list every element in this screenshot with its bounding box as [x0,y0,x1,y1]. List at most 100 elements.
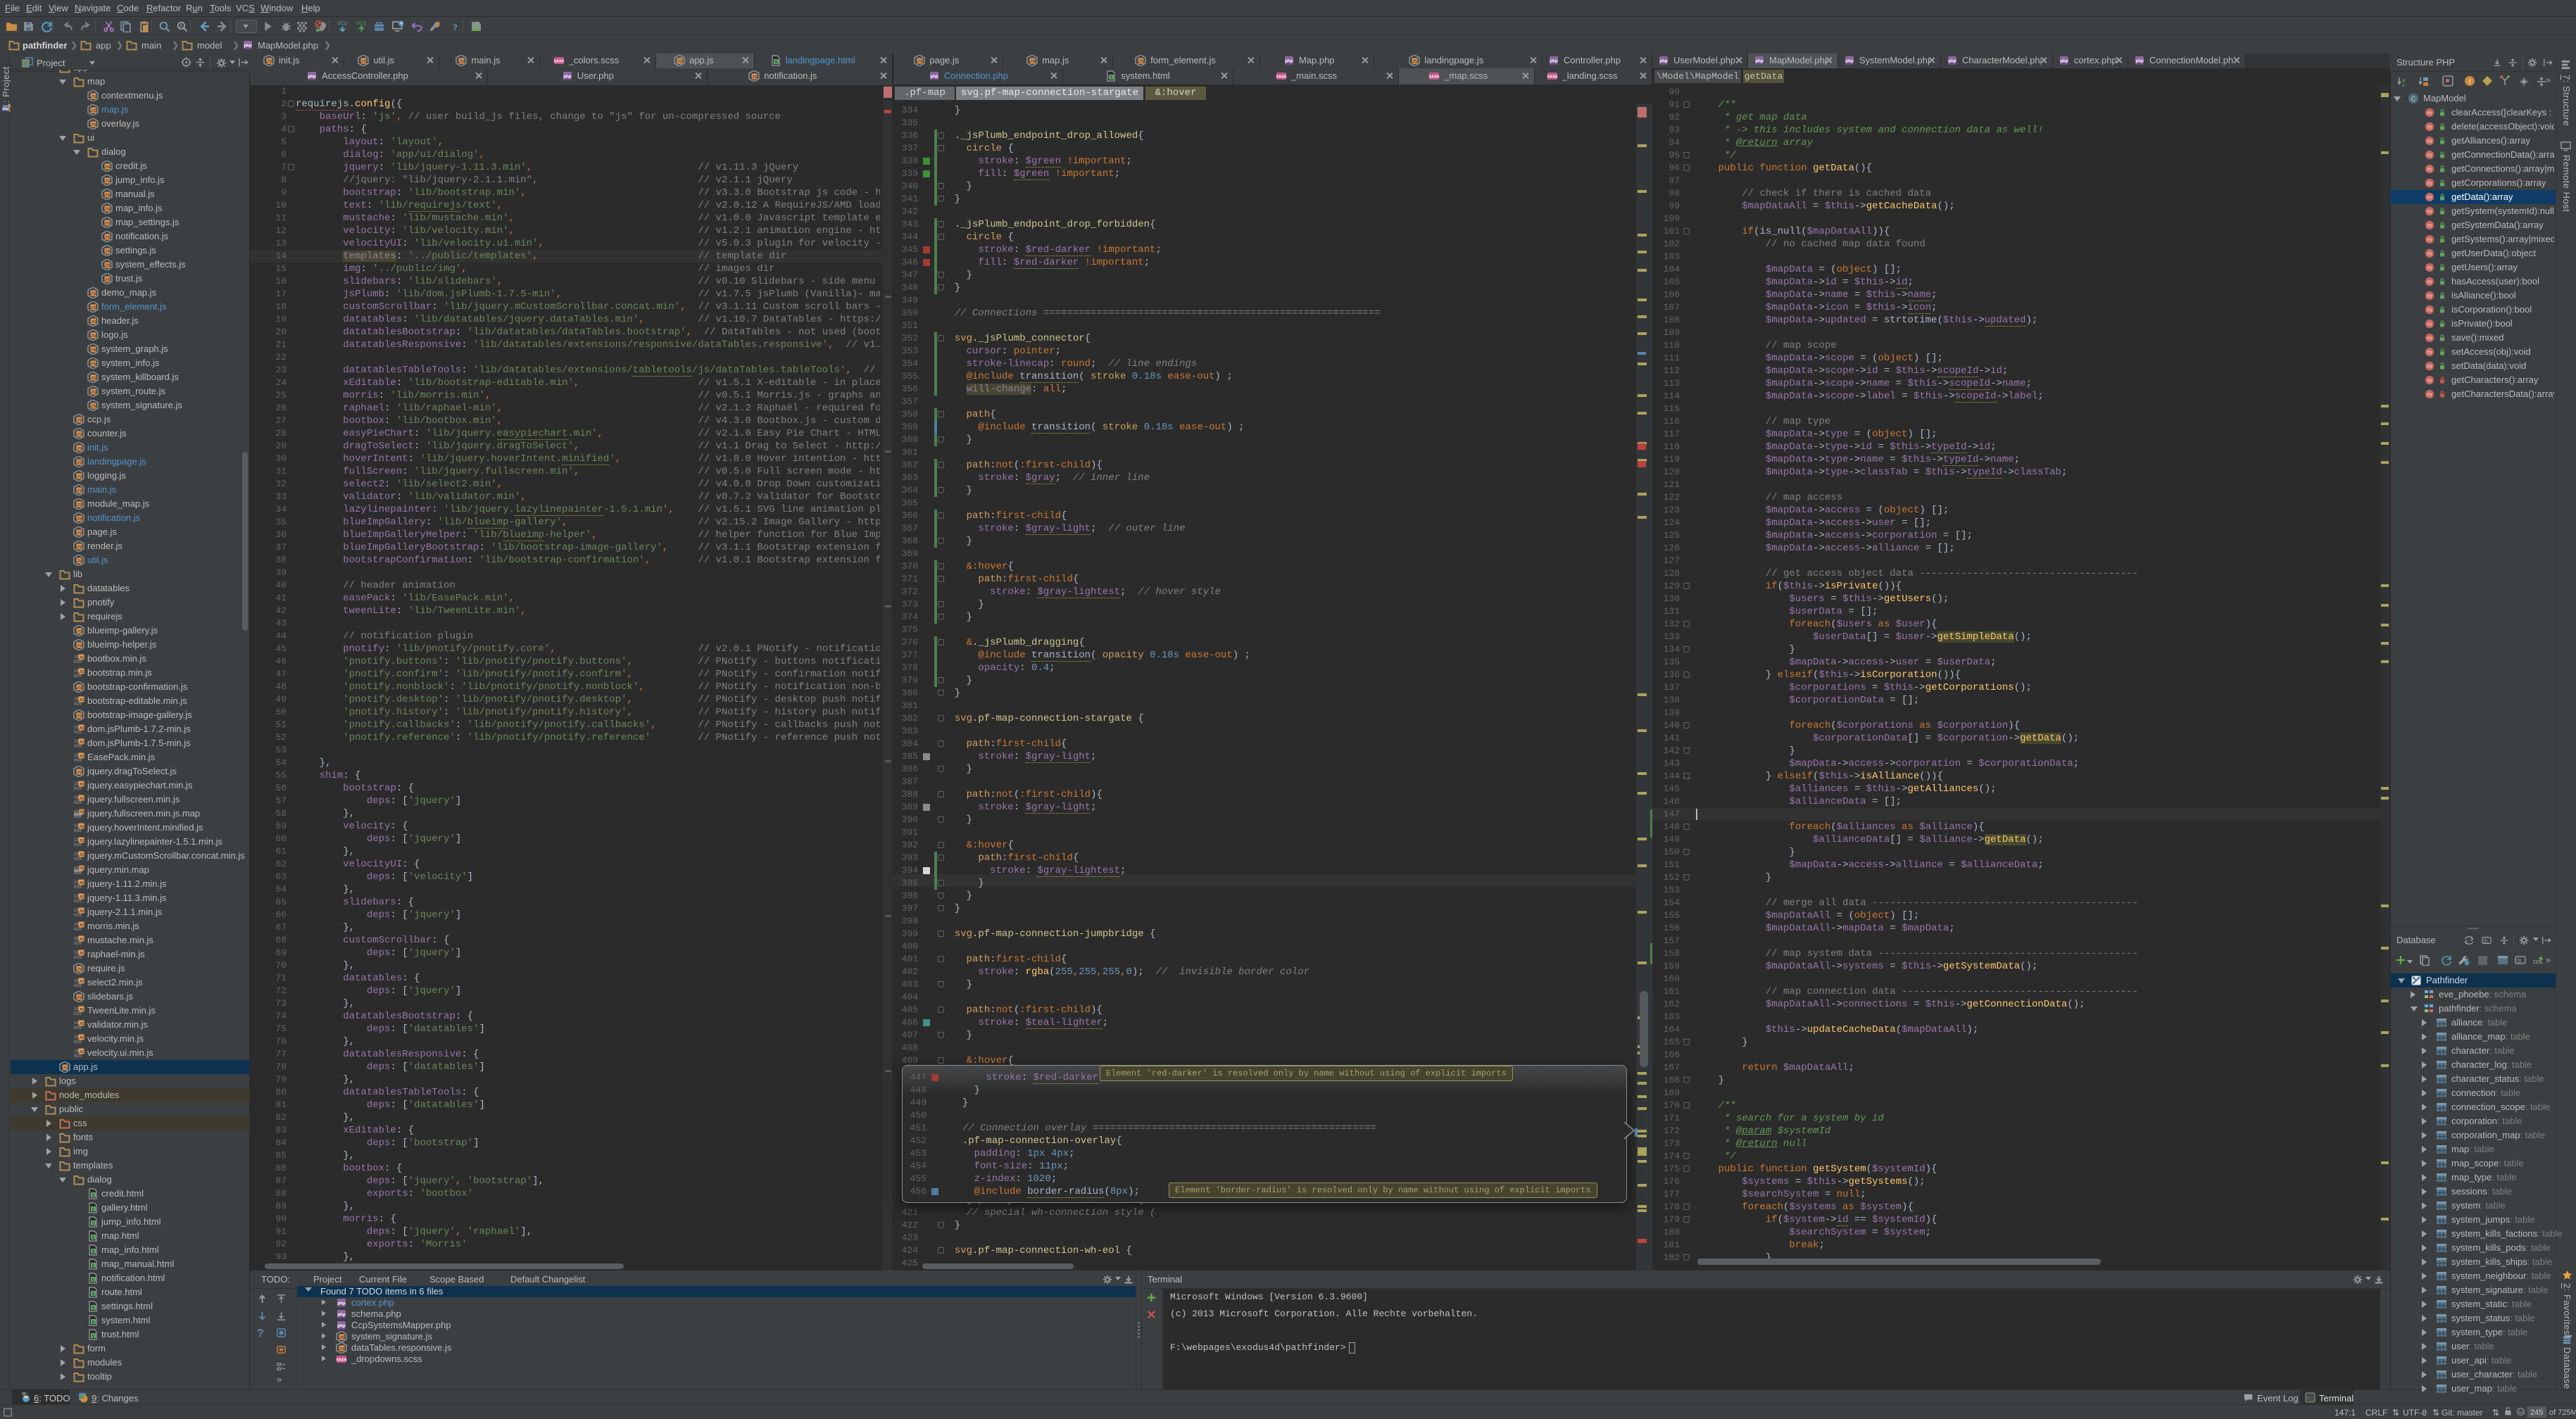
svg-text:JS: JS [91,122,97,127]
svg-text:JS: JS [105,179,111,184]
svg-text:010: 010 [74,983,82,988]
svg-text:JS: JS [77,967,83,972]
svg-text:php: php [1949,60,1956,64]
svg-text:DDL: DDL [2533,960,2543,965]
svg-text:JS: JS [91,305,97,310]
svg-text:JS: JS [63,1066,69,1071]
svg-text:php: php [2136,60,2144,64]
svg-text:php: php [338,1313,346,1318]
svg-text:SASS: SASS [337,1358,347,1363]
svg-text:m: m [2427,194,2432,201]
svg-text:JS: JS [79,740,84,745]
svg-text:C: C [2411,96,2416,103]
svg-text:010: 010 [74,1026,82,1030]
svg-text:JS: JS [1412,59,1419,64]
svg-text:m: m [2427,110,2432,116]
svg-text:JS: JS [77,643,83,648]
svg-text:>_: >_ [2307,1396,2314,1401]
svg-text:m: m [2427,180,2432,187]
svg-text:m: m [2427,349,2432,355]
svg-text:JS: JS [361,59,367,64]
svg-text:010: 010 [74,800,82,805]
svg-text:m: m [2427,321,2432,327]
svg-text:JS: JS [79,698,84,702]
svg-text:JS: JS [77,545,83,550]
svg-text:JS: JS [79,1008,84,1012]
svg-text:m: m [2427,293,2432,299]
svg-text:010: 010 [74,1040,82,1045]
svg-text:php: php [2061,60,2068,64]
svg-text:JS: JS [91,320,97,324]
svg-text:010: 010 [74,843,82,847]
svg-text:JS: JS [79,1022,84,1026]
svg-text:JS: JS [91,334,97,339]
svg-text:JS: JS [77,488,83,493]
svg-text:010: 010 [74,899,82,904]
svg-text:php: php [338,1302,346,1306]
svg-text:JS: JS [677,59,684,64]
svg-text:JS: JS [77,432,83,437]
svg-text:m: m [2427,363,2432,370]
svg-text:JS: JS [105,249,111,254]
svg-text:JS: JS [1138,59,1145,64]
svg-text:m: m [2427,307,2432,313]
svg-text:JS: JS [266,59,272,64]
svg-text:JS: JS [1030,59,1036,64]
svg-text:m: m [2427,377,2432,384]
svg-text:php: php [1550,60,1558,64]
svg-text:m: m [2427,335,2432,341]
svg-text:010: 010 [74,758,82,763]
svg-text:m: m [2427,265,2432,271]
svg-text:JS: JS [77,418,83,423]
svg-text:JS: JS [91,390,97,395]
svg-text:JS: JS [752,75,758,80]
svg-text:php: php [1285,60,1293,64]
svg-text:z: z [2402,83,2405,87]
svg-text:JS: JS [91,108,97,113]
svg-text:JS: JS [91,362,97,367]
svg-text:010: 010 [74,730,82,735]
svg-text:JS: JS [105,263,111,268]
svg-text:010: 010 [74,702,82,707]
svg-text:php: php [308,75,316,80]
svg-text:php: php [1660,60,1668,64]
svg-text:010: 010 [74,828,82,833]
svg-text:JS: JS [77,559,83,564]
svg-text:php: php [930,75,938,80]
svg-text:m: m [2427,166,2432,172]
svg-text:JS: JS [105,235,111,240]
svg-text:php: php [563,75,571,80]
svg-text:JS: JS [77,770,83,775]
svg-text:m: m [2427,138,2432,144]
svg-text:010: 010 [74,1011,82,1016]
svg-text:JS: JS [77,446,83,451]
svg-text:php: php [1756,60,1764,64]
svg-text:JS: JS [77,460,83,465]
svg-text:JS: JS [77,629,83,634]
svg-text:SASS: SASS [1429,75,1440,80]
svg-text:m: m [2427,208,2432,215]
svg-text:JS: JS [79,1036,84,1040]
svg-text:JS: JS [77,531,83,536]
svg-text:JS: JS [79,670,84,674]
svg-text:JS: JS [79,853,84,857]
svg-text:f: f [2469,78,2471,85]
svg-text:JS: JS [91,404,97,409]
svg-text:010: 010 [74,744,82,749]
svg-text:m: m [2427,237,2432,243]
svg-text:JS: JS [79,952,84,956]
svg-text:010: 010 [74,660,82,664]
svg-text:JS: JS [79,895,84,900]
svg-text:JS: JS [77,714,83,719]
svg-text:QL: QL [2484,939,2489,944]
svg-text:010: 010 [74,941,82,946]
svg-text:m: m [2427,222,2432,229]
svg-text:JS: JS [77,503,83,507]
svg-text:JS: JS [339,1347,346,1351]
svg-text:JS: JS [79,923,84,928]
svg-text:JS: JS [79,980,84,984]
svg-text:JS: JS [91,291,97,296]
svg-text:JS: JS [91,94,97,99]
svg-text:JS: JS [79,909,84,914]
svg-text:JS: JS [79,1050,84,1054]
